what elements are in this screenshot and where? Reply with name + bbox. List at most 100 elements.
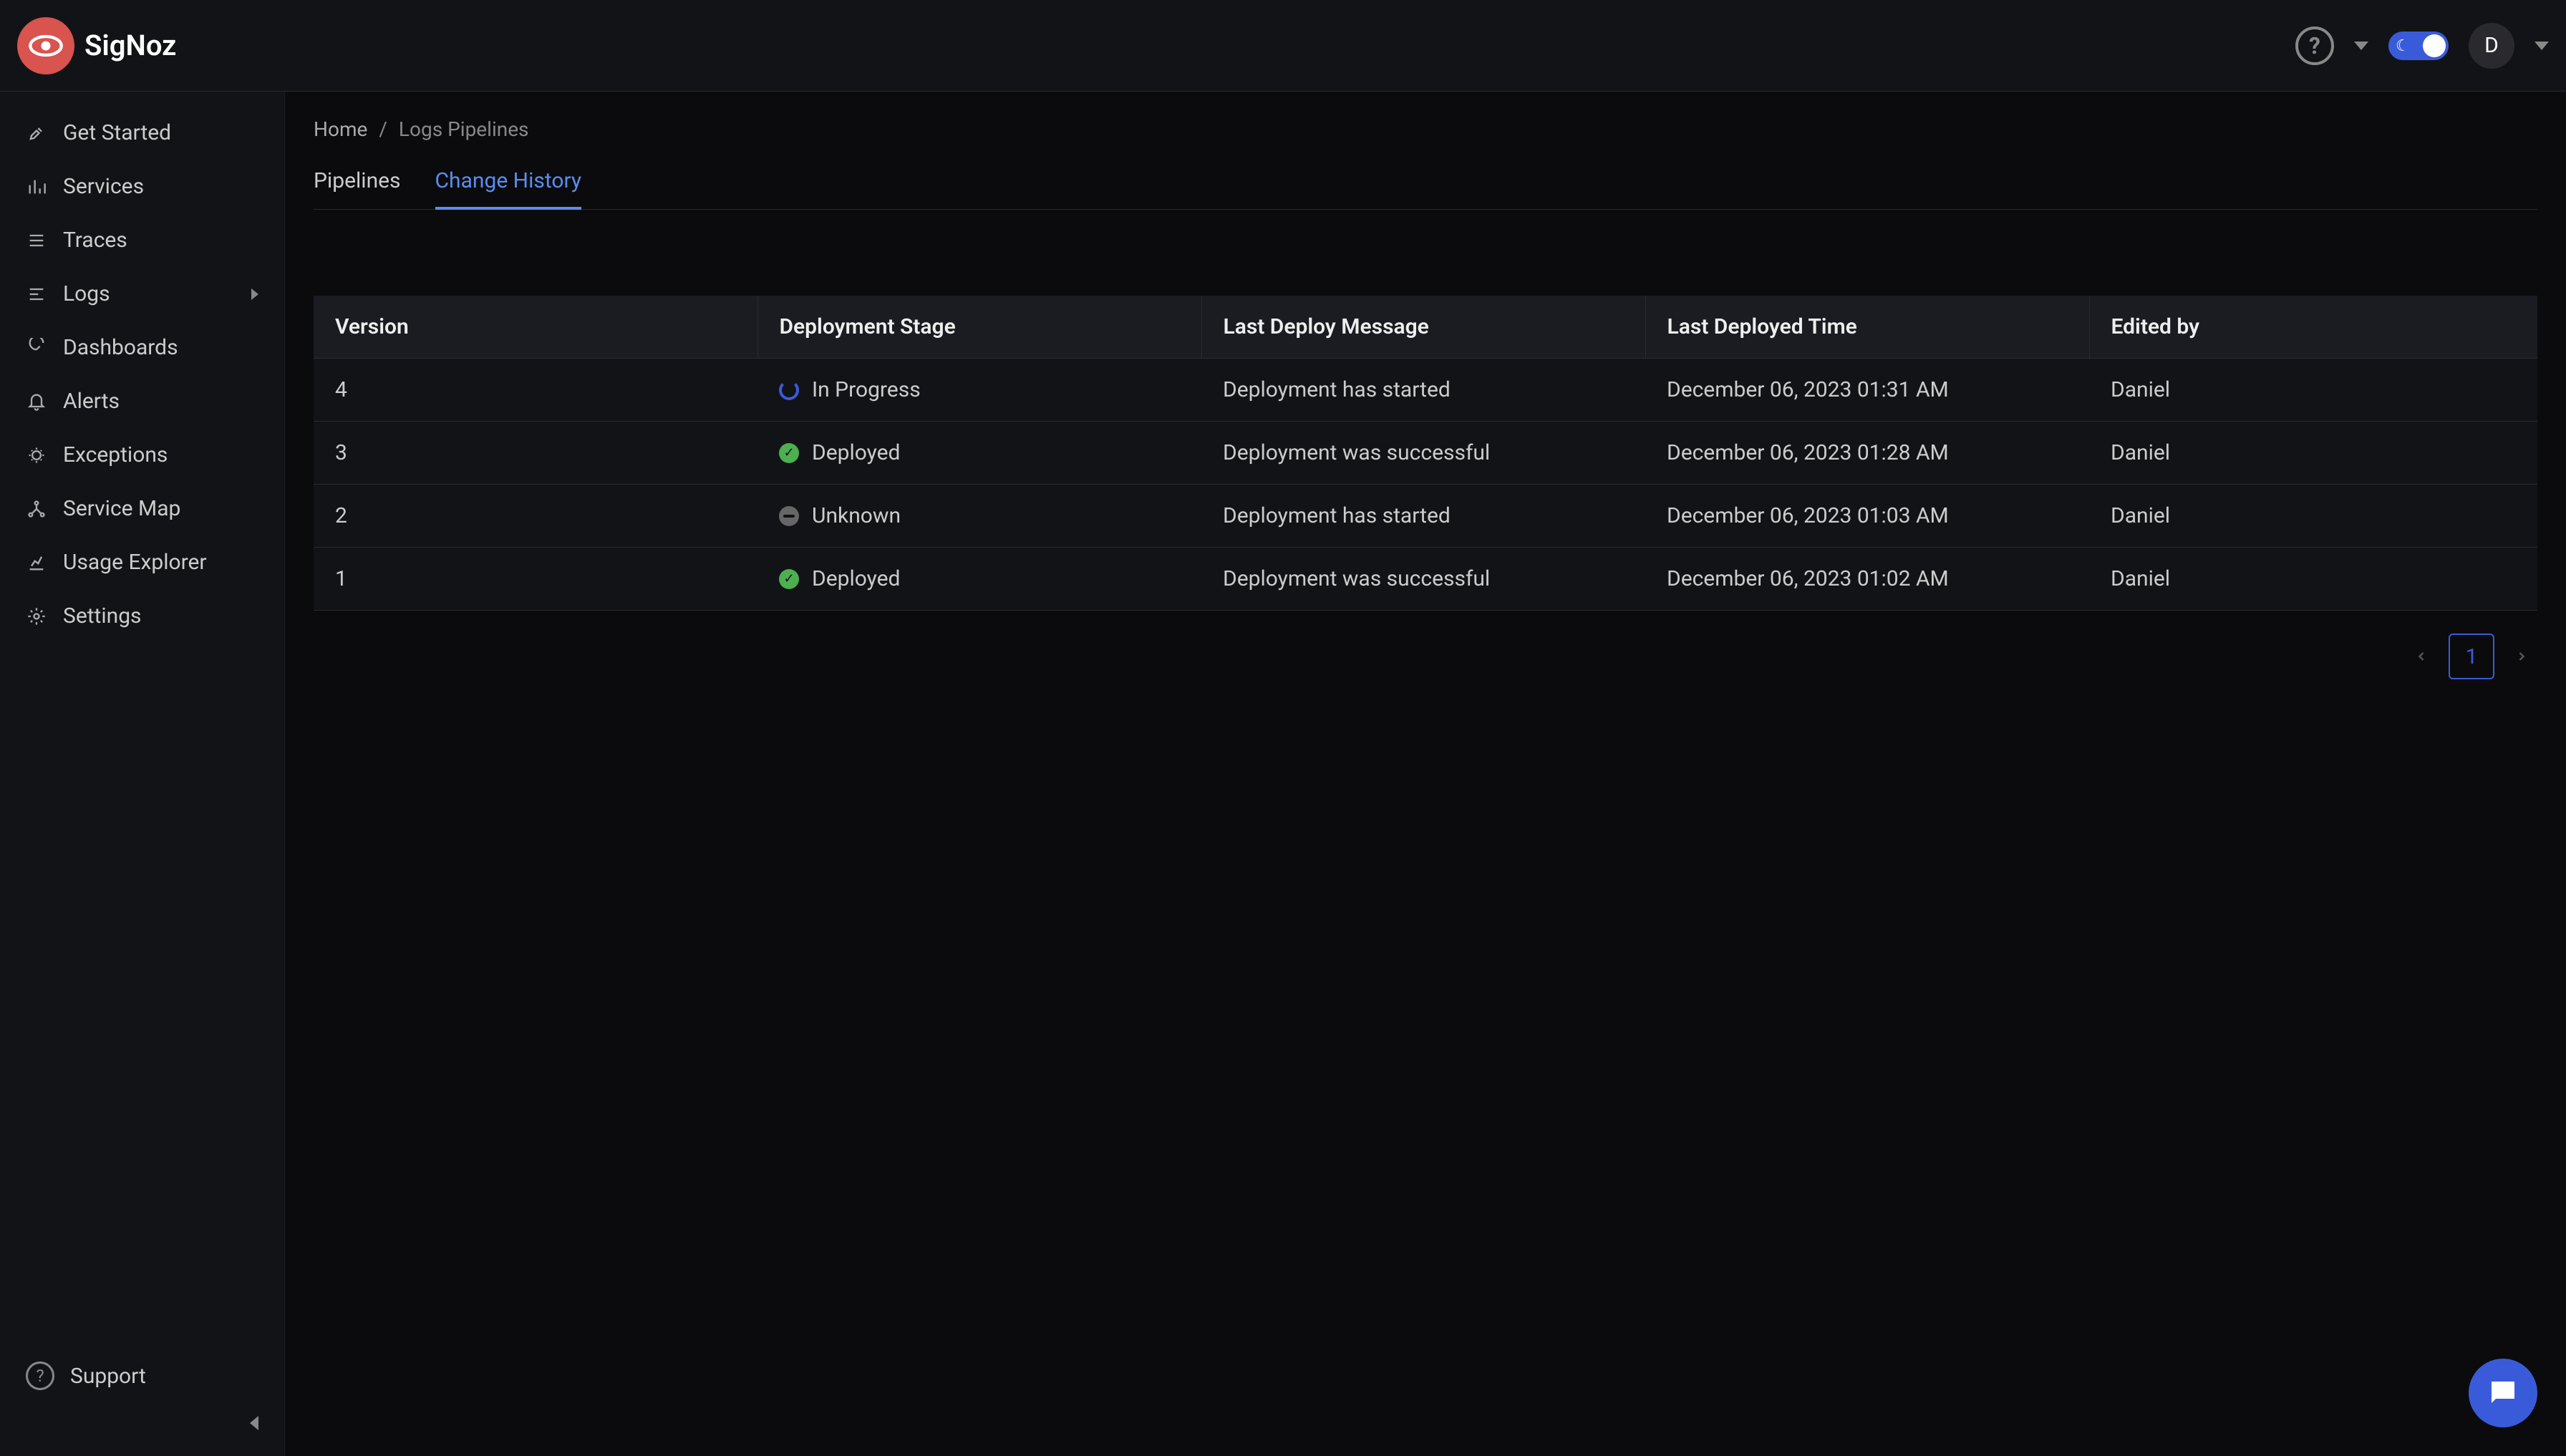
cell-message: Deployment has started <box>1201 359 1645 422</box>
table-row[interactable]: 2 Unknown Deployment has startedDecember 0… <box>314 485 2537 548</box>
chat-fab[interactable] <box>2469 1359 2537 1427</box>
sidebar-item-label: Dashboards <box>63 335 178 360</box>
pagination-next[interactable] <box>2506 641 2537 672</box>
topbar: SigNoz ? ☾ D <box>0 0 2566 92</box>
tab-pipelines[interactable]: Pipelines <box>314 157 401 209</box>
help-dropdown-caret-icon[interactable] <box>2354 42 2368 50</box>
chevron-left-icon <box>2414 649 2429 664</box>
list-icon <box>26 230 47 251</box>
main-content: Home / Logs Pipelines Pipelines Change H… <box>285 92 2566 1456</box>
sidebar-item-logs[interactable]: Logs <box>0 267 284 321</box>
chart-icon <box>26 552 47 573</box>
help-button[interactable]: ? <box>2295 26 2334 65</box>
sidebar-item-usage-explorer[interactable]: Usage Explorer <box>0 535 284 589</box>
sidebar-item-label: Support <box>70 1364 146 1389</box>
user-dropdown-caret-icon[interactable] <box>2534 42 2549 50</box>
cell-edited-by: Daniel <box>2089 359 2537 422</box>
cell-message: Deployment was successful <box>1201 548 1645 611</box>
tabs: Pipelines Change History <box>314 157 2537 210</box>
bars-icon <box>26 176 47 198</box>
breadcrumb-sep: / <box>379 117 387 141</box>
sidebar-item-settings[interactable]: Settings <box>0 589 284 643</box>
col-message[interactable]: Last Deploy Message <box>1201 296 1645 359</box>
network-icon <box>26 498 47 520</box>
bug-icon <box>26 445 47 466</box>
stage-label: In Progress <box>812 377 921 402</box>
moon-icon: ☾ <box>2396 37 2410 55</box>
gauge-icon <box>26 337 47 359</box>
sidebar-item-label: Exceptions <box>63 442 168 467</box>
table-row[interactable]: 3✓DeployedDeployment was successfulDecem… <box>314 422 2537 485</box>
check-circle-icon: ✓ <box>779 443 799 463</box>
toggle-knob <box>2423 34 2446 57</box>
cell-stage: In Progress <box>757 359 1201 422</box>
sidebar-item-exceptions[interactable]: Exceptions <box>0 428 284 482</box>
cell-message: Deployment was successful <box>1201 422 1645 485</box>
stage-label: Unknown <box>812 503 901 528</box>
cell-time: December 06, 2023 01:02 AM <box>1645 548 2089 611</box>
cell-version: 4 <box>314 359 757 422</box>
sidebar-item-service-map[interactable]: Service Map <box>0 482 284 535</box>
cell-version: 3 <box>314 422 757 485</box>
brand-logo-wrap[interactable]: SigNoz <box>17 17 176 74</box>
table-row[interactable]: 4 In Progress Deployment has startedDecemb… <box>314 359 2537 422</box>
sidebar-item-alerts[interactable]: Alerts <box>0 374 284 428</box>
chat-icon <box>2486 1376 2520 1410</box>
table-row[interactable]: 1 ✓ Deployed Deployment was successfulDecem… <box>314 548 2537 611</box>
sidebar-item-services[interactable]: Services <box>0 160 284 213</box>
stage-label: Deployed <box>812 566 900 591</box>
sidebar-item-label: Get Started <box>63 120 171 145</box>
pagination: 1 <box>314 634 2537 679</box>
support-icon: ? <box>26 1362 54 1390</box>
cell-edited-by: Daniel <box>2089 485 2537 548</box>
cell-stage: ✓Deployed <box>757 422 1201 485</box>
user-avatar[interactable]: D <box>2469 23 2514 69</box>
cell-version: 1 <box>314 548 757 611</box>
cell-time: December 06, 2023 01:03 AM <box>1645 485 2089 548</box>
sidebar-item-label: Services <box>63 174 144 199</box>
sidebar-item-get-started[interactable]: Get Started <box>0 106 284 160</box>
sidebar-collapse-button[interactable] <box>0 1404 284 1442</box>
bell-icon <box>26 391 47 412</box>
rocket-icon <box>26 122 47 144</box>
breadcrumb-home[interactable]: Home <box>314 117 367 141</box>
cell-stage: ✓ Deployed <box>757 548 1201 611</box>
cell-time: December 06, 2023 01:28 AM <box>1645 422 2089 485</box>
minus-circle-icon <box>779 506 799 526</box>
chevron-right-icon <box>251 288 258 300</box>
sidebar-item-label: Usage Explorer <box>63 550 207 575</box>
sidebar-item-traces[interactable]: Traces <box>0 213 284 267</box>
theme-toggle[interactable]: ☾ <box>2388 31 2449 60</box>
col-stage[interactable]: Deployment Stage <box>757 296 1201 359</box>
chevron-right-icon <box>2514 649 2529 664</box>
sidebar: Get Started Services Traces Logs Dashboa… <box>0 92 285 1456</box>
check-circle-icon: ✓ <box>779 569 799 589</box>
cell-stage: Unknown <box>757 485 1201 548</box>
align-icon <box>26 283 47 305</box>
pagination-page-1[interactable]: 1 <box>2449 634 2494 679</box>
cell-edited-by: Daniel <box>2089 422 2537 485</box>
breadcrumb: Home / Logs Pipelines <box>314 117 2537 141</box>
topbar-right: ? ☾ D <box>2295 23 2549 69</box>
pagination-prev[interactable] <box>2406 641 2437 672</box>
sidebar-item-label: Settings <box>63 603 142 628</box>
cell-edited-by: Daniel <box>2089 548 2537 611</box>
cell-version: 2 <box>314 485 757 548</box>
sidebar-item-label: Traces <box>63 228 127 253</box>
tab-change-history[interactable]: Change History <box>435 157 582 209</box>
sidebar-item-dashboards[interactable]: Dashboards <box>0 321 284 374</box>
cell-message: Deployment has started <box>1201 485 1645 548</box>
col-edited-by[interactable]: Edited by <box>2089 296 2537 359</box>
sidebar-item-label: Logs <box>63 281 110 306</box>
sidebar-item-support[interactable]: ? Support <box>0 1347 284 1404</box>
change-history-table: Version Deployment Stage Last Deploy Mes… <box>314 296 2537 611</box>
breadcrumb-current: Logs Pipelines <box>399 117 529 141</box>
cell-time: December 06, 2023 01:31 AM <box>1645 359 2089 422</box>
sidebar-item-label: Service Map <box>63 496 180 521</box>
col-time[interactable]: Last Deployed Time <box>1645 296 2089 359</box>
logo-icon <box>17 17 74 74</box>
spinner-icon <box>779 380 799 400</box>
col-version[interactable]: Version <box>314 296 757 359</box>
table-header-row: Version Deployment Stage Last Deploy Mes… <box>314 296 2537 359</box>
gear-icon <box>26 606 47 627</box>
